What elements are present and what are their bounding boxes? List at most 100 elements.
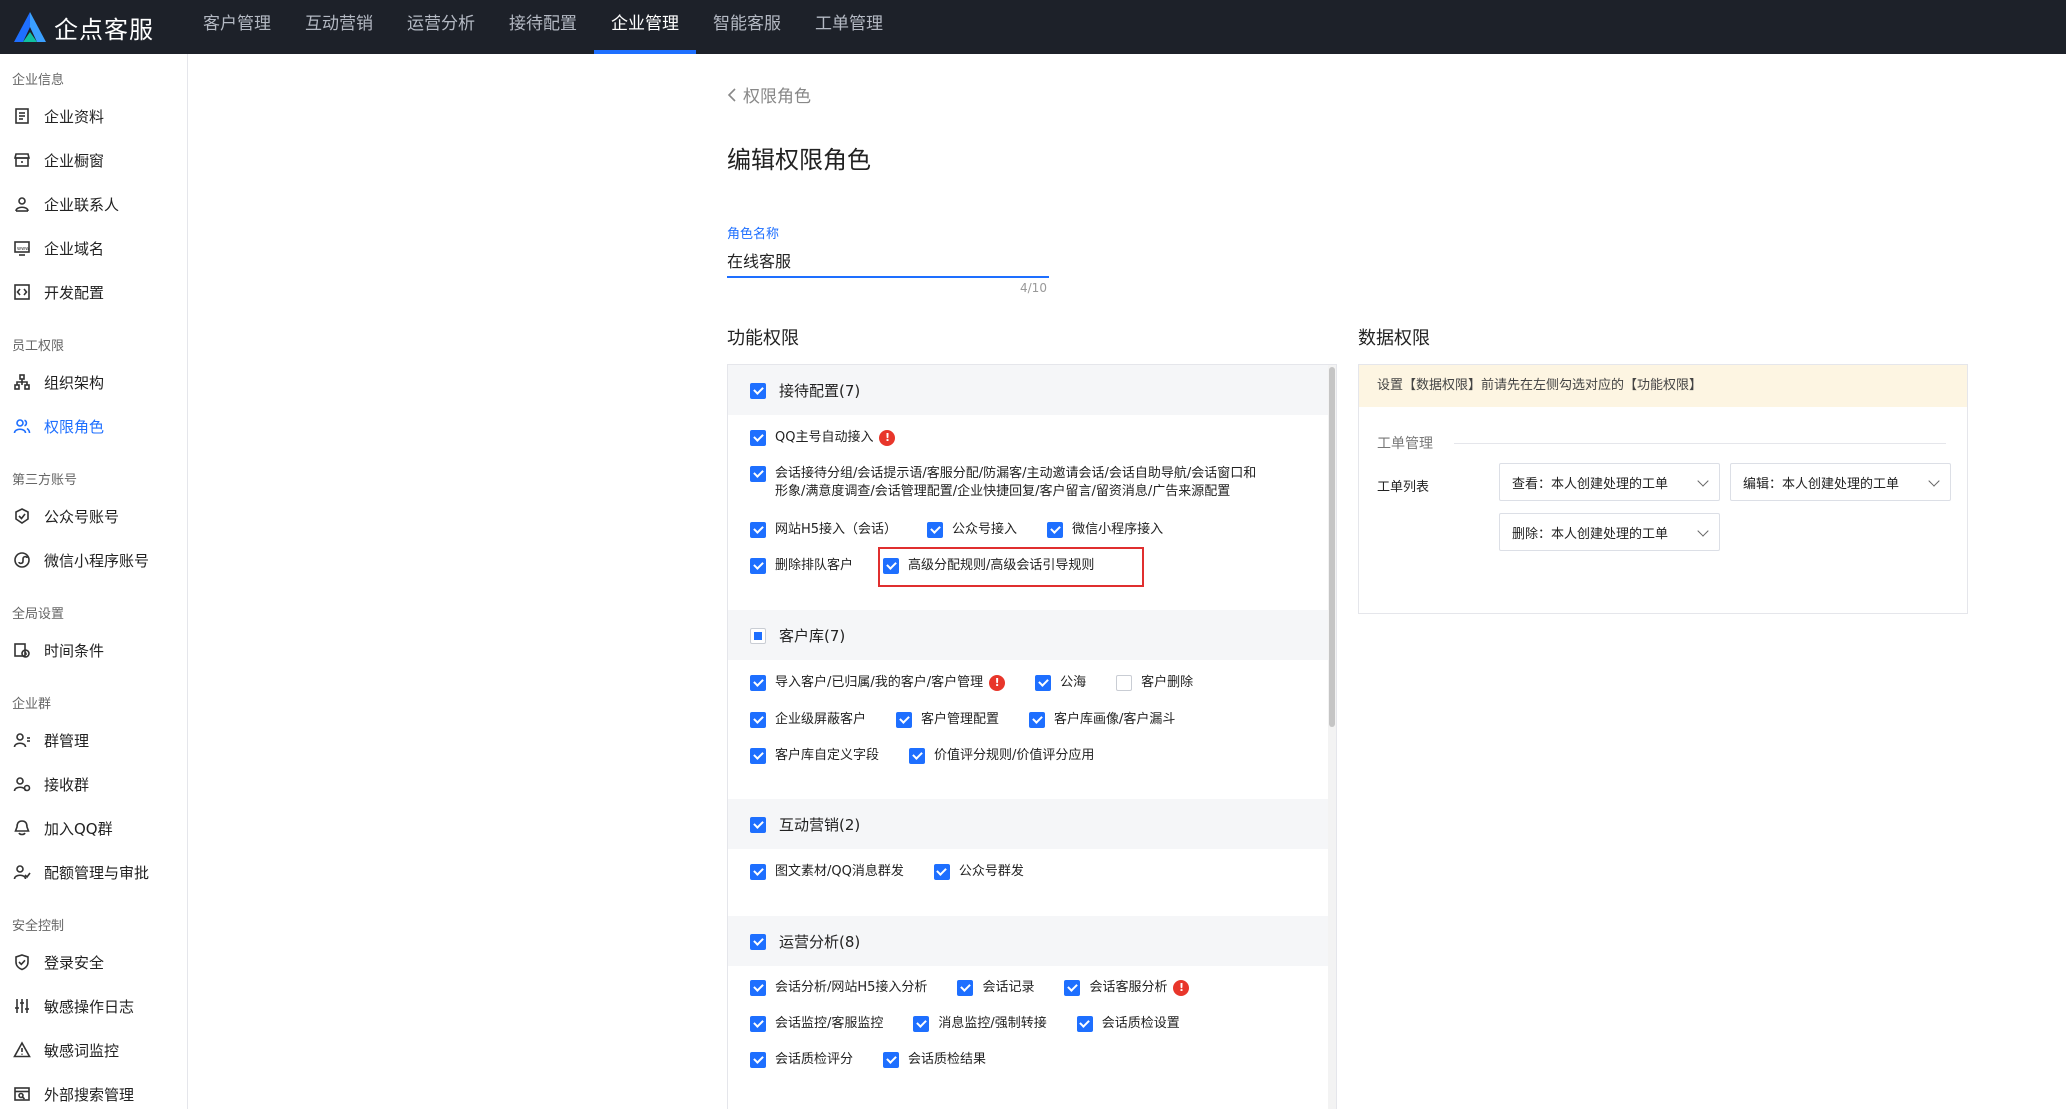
permission-option[interactable]: 公海	[1035, 674, 1086, 692]
checkbox[interactable]	[1047, 522, 1064, 538]
checkbox[interactable]	[750, 466, 766, 482]
checkbox[interactable]	[750, 430, 766, 446]
delete-scope-select[interactable]: 删除： 本人创建处理的工单	[1499, 513, 1720, 551]
sidebar-item-label: 企业橱窗	[44, 151, 105, 170]
edit-scope-select[interactable]: 编辑： 本人创建处理的工单	[1730, 463, 1951, 501]
checkbox[interactable]	[913, 1016, 930, 1032]
permission-option[interactable]: 会话质检设置	[1076, 1015, 1180, 1033]
permission-option-label: 网站H5接入（会话）	[775, 522, 898, 537]
scrollbar-track[interactable]	[1328, 365, 1336, 1109]
checkbox[interactable]	[750, 748, 766, 764]
permission-option[interactable]: 删除排队客户	[750, 557, 853, 575]
warning-icon[interactable]: !	[879, 430, 896, 446]
checkbox[interactable]	[957, 980, 974, 996]
sidebar-item[interactable]: 权限角色	[0, 404, 186, 448]
nav-tab[interactable]: 互动营销	[288, 0, 390, 54]
checkbox[interactable]	[1035, 675, 1052, 691]
sidebar-item[interactable]: www 企业域名	[0, 226, 186, 270]
sidebar-item[interactable]: 企业橱窗	[0, 138, 186, 182]
checkbox[interactable]	[750, 675, 766, 691]
permission-option[interactable]: 客户管理配置	[896, 711, 999, 729]
checkbox[interactable]	[750, 382, 766, 399]
permission-option[interactable]: 会话质检结果	[883, 1051, 986, 1069]
sidebar-item[interactable]: 敏感操作日志	[0, 984, 186, 1028]
permission-option[interactable]: 网站H5接入（会话）	[750, 521, 897, 539]
permission-option[interactable]: 会话客服分析!	[1064, 979, 1190, 997]
permission-group-header[interactable]: 运营分析(8)	[728, 916, 1328, 966]
permission-option[interactable]: 会话记录	[957, 979, 1034, 997]
sidebar-item[interactable]: 开发配置	[0, 270, 186, 314]
checkbox[interactable]	[750, 864, 766, 880]
checkbox[interactable]	[750, 1052, 766, 1068]
permission-option[interactable]: 企业级屏蔽客户	[750, 711, 866, 729]
nav-tab[interactable]: 工单管理	[798, 0, 900, 54]
checkbox[interactable]	[750, 933, 766, 950]
permission-option[interactable]: 会话质检评分	[750, 1051, 853, 1069]
permission-option[interactable]: 价值评分规则/价值评分应用	[909, 747, 1094, 765]
sidebar-item[interactable]: 企业资料	[0, 94, 186, 138]
checkbox[interactable]	[750, 816, 766, 833]
permission-option[interactable]: 导入客户/已归属/我的客户/客户管理!	[750, 674, 1006, 692]
checkbox[interactable]	[750, 712, 766, 728]
role-name-input[interactable]	[727, 244, 1049, 278]
permission-option[interactable]: 公众号接入	[927, 521, 1017, 539]
permission-option[interactable]: 微信小程序接入	[1047, 521, 1163, 539]
checkbox[interactable]	[1029, 712, 1046, 728]
checkbox[interactable]	[1116, 675, 1133, 691]
permission-option[interactable]: 客户库自定义字段	[750, 747, 879, 765]
nav-tab[interactable]: 企业管理	[594, 0, 696, 54]
warning-icon[interactable]: !	[989, 675, 1006, 691]
permission-option[interactable]: 公众号群发	[933, 863, 1024, 881]
top-bar: 企点客服 客户管理 互动营销 运营分析 接待配置 企业管理 智能客服 工单管理	[0, 0, 2066, 54]
sidebar-group-title: 第三方账号	[12, 473, 78, 488]
permission-group-header[interactable]: 互动营销(2)	[728, 799, 1328, 849]
sidebar-item[interactable]: 群管理	[0, 718, 186, 762]
permission-option[interactable]: 会话接待分组/会话提示语/客服分配/防漏客/主动邀请会话/会话自助导航/会话窗口…	[750, 465, 1260, 501]
sidebar-item[interactable]: 加入QQ群	[0, 806, 186, 850]
permission-option[interactable]: 客户删除	[1116, 674, 1193, 692]
permission-option[interactable]: QQ主号自动接入!	[750, 429, 896, 447]
select-label: 删除：	[1512, 526, 1552, 542]
permission-option[interactable]: 客户库画像/客户漏斗	[1029, 711, 1175, 729]
warning-icon[interactable]: !	[1173, 980, 1190, 996]
checkbox[interactable]	[933, 864, 950, 880]
sidebar-item[interactable]: 时间条件	[0, 628, 186, 672]
sidebar-item[interactable]: 接收群	[0, 762, 186, 806]
checkbox[interactable]	[927, 522, 944, 538]
permission-group-header[interactable]: 客户库(7)	[728, 610, 1328, 660]
nav-tab[interactable]: 智能客服	[696, 0, 798, 54]
chevron-down-icon	[1697, 525, 1709, 537]
sidebar-item[interactable]: 敏感词监控	[0, 1028, 186, 1072]
sidebar-item[interactable]: 外部搜索管理	[0, 1072, 186, 1109]
checkbox[interactable]	[883, 1052, 900, 1068]
checkbox[interactable]	[1076, 1016, 1093, 1032]
permission-option-label: 价值评分规则/价值评分应用	[934, 748, 1095, 763]
checkbox[interactable]	[896, 712, 913, 728]
permission-group-header[interactable]: 接待配置(7)	[728, 365, 1328, 415]
sidebar-item[interactable]: 登录安全	[0, 940, 186, 984]
nav-tab[interactable]: 接待配置	[492, 0, 594, 54]
nav-tab[interactable]: 客户管理	[186, 0, 288, 54]
permission-option[interactable]: 图文素材/QQ消息群发	[750, 863, 904, 881]
sidebar-item[interactable]: 微信小程序账号	[0, 538, 186, 582]
checkbox[interactable]	[1064, 980, 1081, 996]
checkbox[interactable]	[750, 558, 766, 574]
checkbox[interactable]	[750, 627, 766, 644]
sidebar-item[interactable]: 企业联系人	[0, 182, 186, 226]
highlight-box	[878, 547, 1144, 587]
brand-logo[interactable]: 企点客服	[12, 8, 154, 46]
scrollbar-thumb[interactable]	[1329, 367, 1335, 727]
view-scope-select[interactable]: 查看： 本人创建处理的工单	[1499, 463, 1720, 501]
nav-tab[interactable]: 运营分析	[390, 0, 492, 54]
checkbox[interactable]	[750, 980, 766, 996]
sidebar-item[interactable]: 组织架构	[0, 360, 186, 404]
checkbox[interactable]	[750, 522, 766, 538]
checkbox[interactable]	[750, 1016, 766, 1032]
permission-option[interactable]: 会话分析/网站H5接入分析	[750, 979, 927, 997]
permission-option[interactable]: 会话监控/客服监控	[750, 1015, 883, 1033]
sidebar-item[interactable]: 公众号账号	[0, 494, 186, 538]
back-link[interactable]: 权限角色	[726, 82, 811, 107]
sidebar-item[interactable]: 配额管理与审批	[0, 850, 186, 894]
permission-option[interactable]: 消息监控/强制转接	[913, 1015, 1047, 1033]
checkbox[interactable]	[909, 748, 926, 764]
